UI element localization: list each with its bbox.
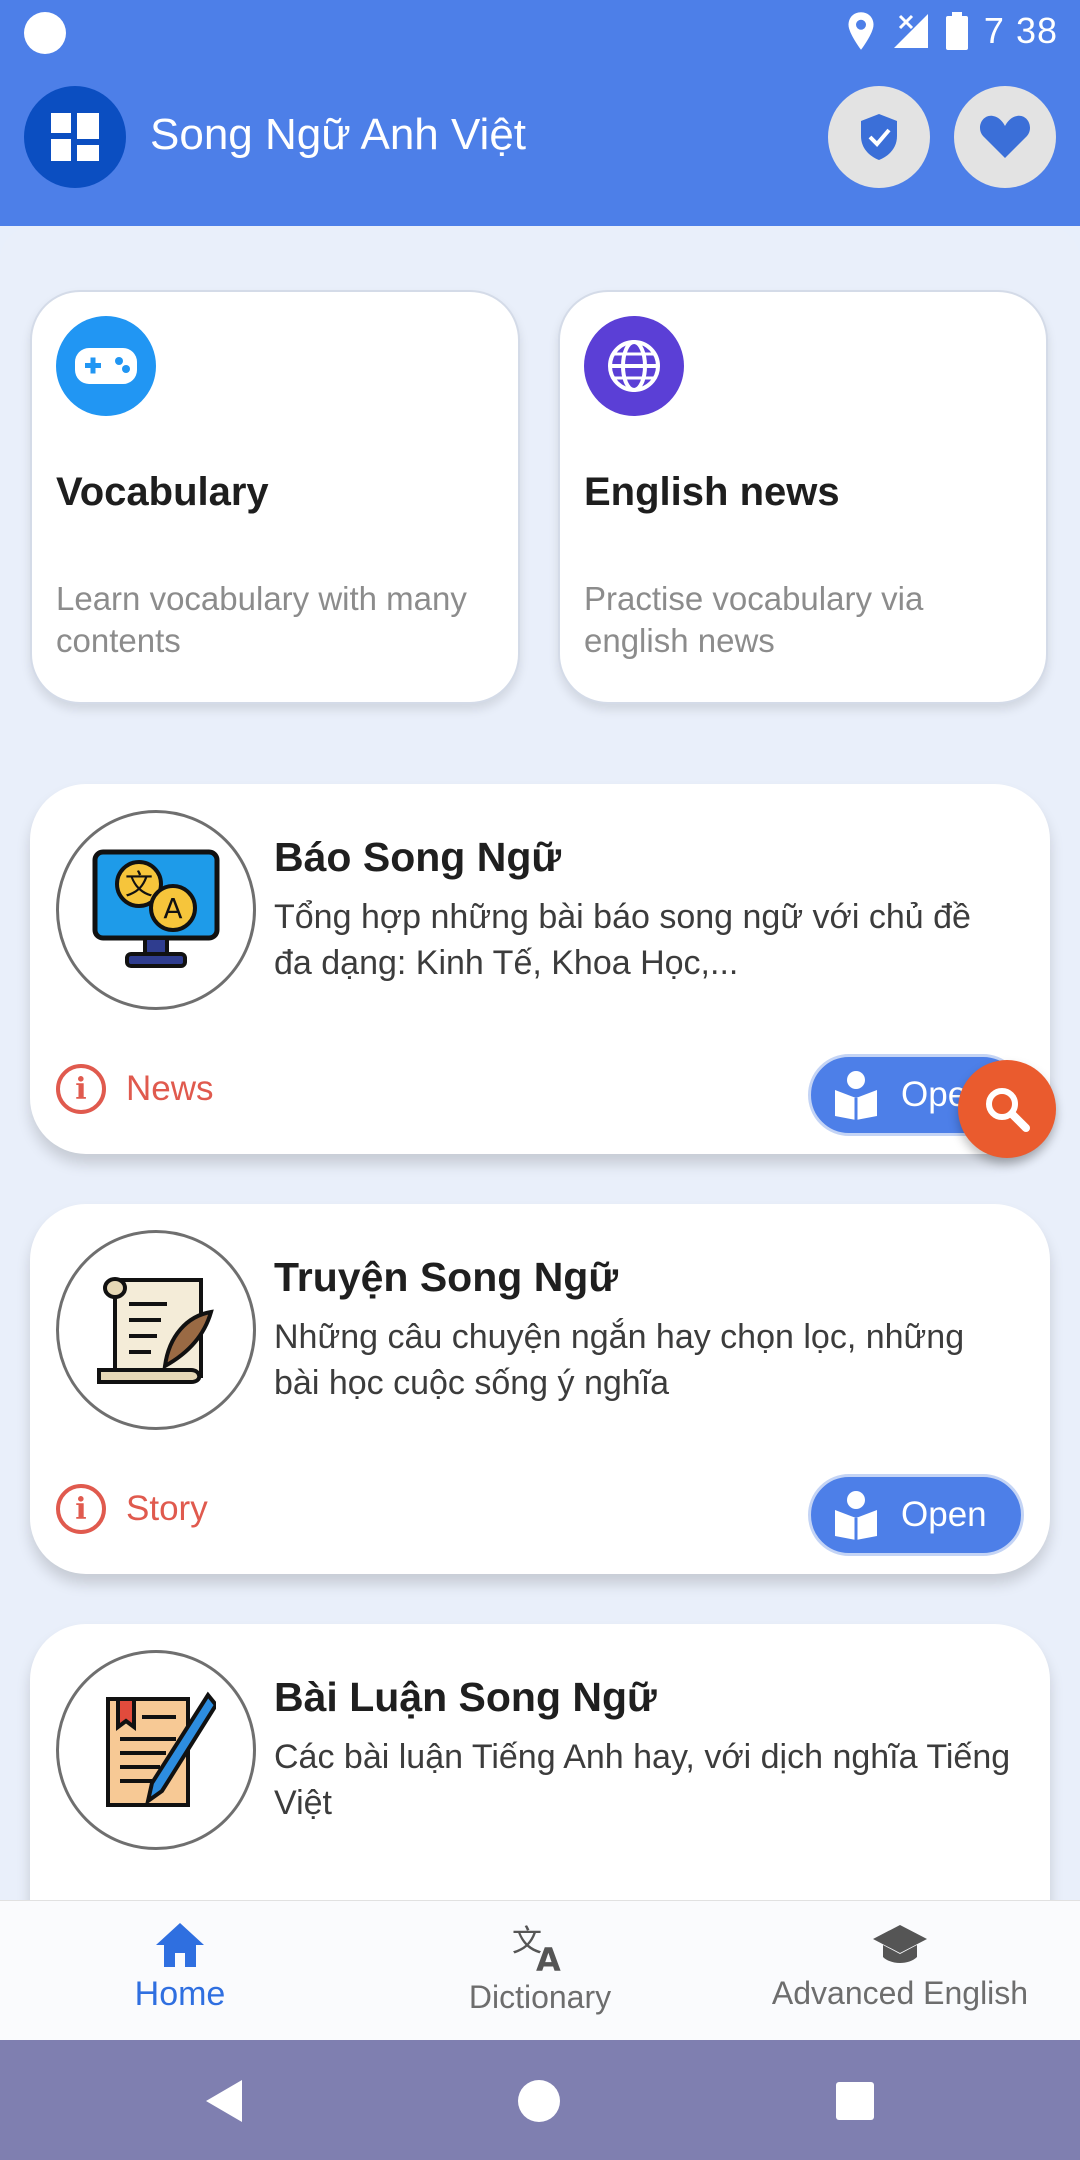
card-tag-label: News xyxy=(126,1069,214,1108)
card-title: Bài Luận Song Ngữ xyxy=(274,1674,657,1720)
open-button[interactable]: Open xyxy=(808,1474,1024,1556)
battery-icon xyxy=(945,12,968,50)
svg-text:A: A xyxy=(536,1941,561,1973)
graduation-cap-icon xyxy=(873,1925,927,1963)
card-tag[interactable]: i News xyxy=(56,1064,214,1114)
search-fab-button[interactable] xyxy=(958,1060,1056,1158)
signal-icon xyxy=(893,14,928,48)
status-time: 7 38 xyxy=(983,10,1058,51)
notification-dot-icon xyxy=(24,12,66,54)
favorites-button[interactable] xyxy=(954,86,1056,188)
nav-advanced-label: Advanced English xyxy=(771,1975,1029,2011)
bilingual-news-card[interactable]: 文A Báo Song Ngữ Tổng hợp những bài báo s… xyxy=(30,784,1050,1154)
app-header: 7 38 Song Ngữ Anh Việt xyxy=(0,0,1080,226)
back-icon[interactable] xyxy=(206,2080,242,2122)
card-title: Truyện Song Ngữ xyxy=(274,1254,619,1300)
svg-text:A: A xyxy=(163,892,182,925)
vocabulary-card[interactable]: Vocabulary Learn vocabulary with many co… xyxy=(30,290,520,704)
english-news-card[interactable]: English news Practise vocabulary via eng… xyxy=(558,290,1048,704)
nav-advanced-english[interactable]: Advanced English xyxy=(770,1921,1030,2012)
card-tag-label: Story xyxy=(126,1489,208,1528)
book-reader-icon xyxy=(835,1071,877,1120)
nav-home-label: Home xyxy=(134,1975,226,2013)
home-circle-icon[interactable] xyxy=(518,2080,560,2122)
recents-icon[interactable] xyxy=(836,2082,874,2120)
status-bar: 7 38 xyxy=(846,8,1058,54)
open-button-label: Open xyxy=(901,1495,987,1534)
scroll-quill-icon xyxy=(56,1230,256,1430)
card-desc: Tổng hợp những bài báo song ngữ với chủ … xyxy=(274,898,971,982)
card-title: Báo Song Ngữ xyxy=(274,834,562,880)
svg-text:文: 文 xyxy=(125,868,153,901)
home-icon xyxy=(156,1923,204,1967)
info-icon: i xyxy=(56,1064,106,1114)
book-reader-icon xyxy=(835,1491,877,1540)
vocabulary-title: Vocabulary xyxy=(56,470,269,514)
document-pen-icon xyxy=(56,1650,256,1850)
card-desc: Những câu chuyện ngắn hay chọn lọc, nhữn… xyxy=(274,1318,965,1402)
system-navigation-bar xyxy=(0,2040,1080,2160)
english-news-title: English news xyxy=(584,470,840,514)
location-icon xyxy=(848,12,874,50)
card-tag[interactable]: i Story xyxy=(56,1484,208,1534)
nav-dictionary[interactable]: 文A Dictionary xyxy=(440,1921,640,2016)
bilingual-story-card[interactable]: Truyện Song Ngữ Những câu chuyện ngắn ha… xyxy=(30,1204,1050,1574)
search-icon xyxy=(986,1088,1030,1132)
gamepad-icon xyxy=(56,316,156,416)
privacy-button[interactable] xyxy=(828,86,930,188)
heart-icon xyxy=(979,115,1031,158)
shield-check-icon xyxy=(861,114,897,160)
nav-home[interactable]: Home xyxy=(110,1921,250,2014)
translate-monitor-icon: 文A xyxy=(56,810,256,1010)
nav-dictionary-label: Dictionary xyxy=(468,1979,612,2015)
dashboard-icon[interactable] xyxy=(24,86,126,188)
english-news-desc: Practise vocabulary via english news xyxy=(584,580,924,659)
card-desc: Các bài luận Tiếng Anh hay, với dịch ngh… xyxy=(274,1738,1011,1822)
app-title: Song Ngữ Anh Việt xyxy=(150,110,527,159)
translate-icon: 文A xyxy=(512,1924,561,1973)
bottom-navigation: Home 文A Dictionary Advanced English xyxy=(0,1900,1080,2040)
globe-icon xyxy=(584,316,684,416)
info-icon: i xyxy=(56,1484,106,1534)
vocabulary-desc: Learn vocabulary with many contents xyxy=(56,580,467,659)
